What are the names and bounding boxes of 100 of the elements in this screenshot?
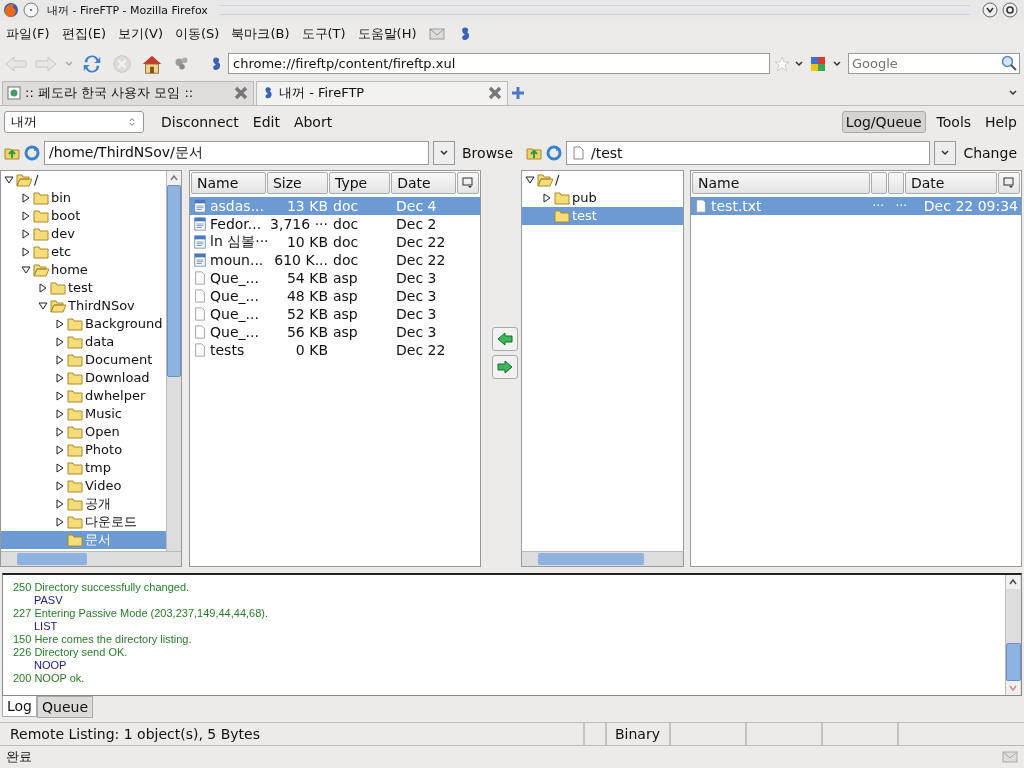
horizontal-scrollbar[interactable] [522, 551, 683, 567]
file-row[interactable]: Que_... 52 KB asp Dec 3 [190, 304, 480, 323]
tree-item[interactable]: Music [1, 404, 166, 423]
dropdown-icon[interactable] [832, 58, 842, 69]
tree-item[interactable]: / [1, 170, 166, 189]
column-header[interactable]: Size [266, 171, 329, 194]
file-row[interactable]: Que_... 54 KB asp Dec 3 [190, 268, 480, 287]
tree-item[interactable]: data [1, 332, 166, 351]
file-row[interactable]: moun... 610 K... doc Dec 22 [190, 250, 480, 269]
twisty-icon[interactable] [55, 372, 65, 383]
menu-item[interactable]: 도구(T) [301, 24, 346, 43]
tree-item[interactable]: Download [1, 368, 166, 387]
tree-item[interactable]: test [1, 278, 166, 297]
browser-tab[interactable]: :: 페도라 한국 사용자 모임 :: [2, 80, 254, 105]
twisty-icon[interactable] [55, 444, 65, 455]
dropdown-icon[interactable] [794, 58, 804, 69]
dropdown-button[interactable] [433, 140, 455, 165]
path-field[interactable]: /test [566, 140, 931, 165]
column-header[interactable]: Name [692, 171, 870, 194]
search-field[interactable]: Google [848, 53, 1020, 75]
change-button[interactable]: Change [960, 142, 1020, 163]
file-row[interactable]: tests 0 KB Dec 22 [190, 340, 480, 359]
column-header[interactable]: Name [191, 171, 266, 194]
tree-item[interactable]: Background [1, 314, 166, 333]
search-engine-icon[interactable] [810, 55, 826, 72]
tree-item[interactable]: Photo [1, 440, 166, 459]
search-icon[interactable] [1001, 55, 1017, 72]
toolbar-link[interactable]: Disconnect [158, 111, 242, 132]
twisty-icon[interactable] [38, 282, 48, 293]
twisty-icon[interactable] [55, 390, 65, 401]
tree-item[interactable]: Video [1, 476, 166, 495]
toolbar-button[interactable]: Help [982, 111, 1020, 132]
path-field[interactable]: /home/ThirdNSov/문서 [44, 140, 429, 165]
tree-item[interactable]: dwhelper [1, 386, 166, 405]
twisty-icon[interactable] [55, 462, 65, 473]
twisty-icon[interactable] [525, 174, 535, 185]
twisty-icon[interactable] [55, 408, 65, 419]
tree-item[interactable]: Open [1, 422, 166, 441]
refresh-icon[interactable] [24, 144, 40, 161]
twisty-icon[interactable] [21, 192, 31, 203]
menu-item[interactable]: 이동(S) [175, 24, 220, 43]
browse-button[interactable]: Browse [459, 142, 516, 163]
twisty-icon[interactable] [542, 192, 552, 203]
menu-item[interactable]: 도움말(H) [357, 24, 417, 43]
twisty-icon[interactable] [55, 318, 65, 329]
column-picker[interactable] [998, 171, 1020, 194]
upload-button[interactable] [492, 355, 518, 380]
twisty-icon[interactable] [55, 426, 65, 437]
scroll-up-icon[interactable] [1006, 575, 1020, 590]
tree-item[interactable]: 다운로드 [1, 512, 166, 531]
star-icon[interactable] [774, 55, 790, 72]
menu-item[interactable]: 파일(F) [6, 24, 50, 43]
tree-item[interactable]: tmp [1, 458, 166, 477]
new-tab-icon[interactable] [510, 84, 526, 101]
close-icon[interactable] [1002, 2, 1018, 19]
toolbar-link[interactable]: Abort [290, 111, 336, 132]
tab-list-icon[interactable] [1008, 87, 1018, 98]
tree-item[interactable]: ThirdNSov [1, 296, 166, 315]
tree-item[interactable]: Document [1, 350, 166, 369]
twisty-icon[interactable] [4, 174, 14, 185]
tree-item[interactable]: etc [1, 242, 166, 261]
vertical-scrollbar[interactable] [1005, 575, 1021, 696]
menu-item[interactable]: 편집(E) [61, 24, 106, 43]
refresh-icon[interactable] [546, 144, 562, 161]
twisty-icon[interactable] [55, 498, 65, 509]
twisty-icon[interactable] [55, 336, 65, 347]
download-button[interactable] [492, 327, 518, 352]
tree-item[interactable]: bin [1, 188, 166, 207]
tree-item[interactable]: 공개 [1, 494, 166, 513]
menu-item[interactable]: 북마크(B) [231, 24, 290, 43]
browser-tab[interactable]: 내꺼 - FireFTP [256, 80, 508, 105]
mail-icon[interactable] [428, 25, 445, 42]
file-row[interactable]: Que_... 56 KB asp Dec 3 [190, 322, 480, 341]
column-header[interactable]: Date [391, 171, 457, 194]
file-row[interactable]: Fedor... 3,716 ··· doc Dec 2 [190, 214, 480, 233]
twisty-icon[interactable] [21, 228, 31, 239]
twisty-icon[interactable] [55, 480, 65, 491]
toolbar-link[interactable]: Edit [249, 111, 283, 132]
horizontal-scrollbar[interactable] [1, 551, 181, 567]
vertical-scrollbar[interactable] [166, 170, 181, 552]
twisty-icon[interactable] [21, 246, 31, 257]
twisty-icon[interactable] [38, 300, 48, 311]
tree-item[interactable]: home [1, 260, 166, 279]
scroll-down-icon[interactable] [1006, 681, 1020, 696]
dropdown-button[interactable] [934, 140, 957, 165]
column-header[interactable] [888, 171, 904, 194]
file-row[interactable]: ln 심볼··· 10 KB doc Dec 22 [190, 232, 480, 251]
toolbar-button[interactable]: Tools [933, 111, 975, 132]
scroll-up-icon[interactable] [167, 170, 181, 185]
account-select[interactable]: 내꺼 [4, 110, 144, 133]
toolbar-button[interactable]: Log/Queue [841, 110, 926, 133]
tree-item[interactable]: / [522, 170, 683, 189]
twisty-icon[interactable] [55, 354, 65, 365]
column-header[interactable]: Type [329, 171, 391, 194]
tree-item[interactable]: dev [1, 224, 166, 243]
column-header[interactable]: Date [905, 171, 997, 194]
column-header[interactable] [871, 171, 887, 194]
window-menu-icon[interactable] [23, 2, 39, 19]
tree-item[interactable]: pub [522, 188, 683, 207]
menu-item[interactable]: 보기(V) [118, 24, 164, 43]
